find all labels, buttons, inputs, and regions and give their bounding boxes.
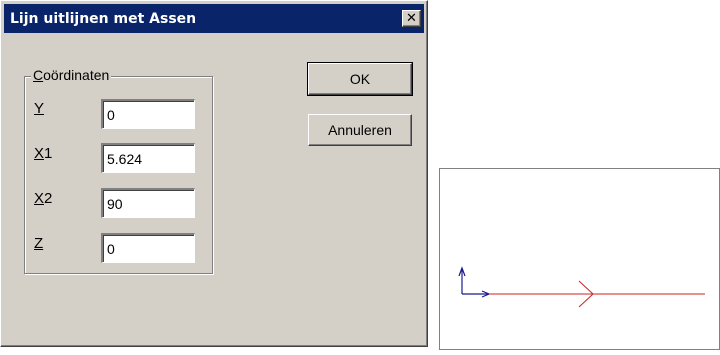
ok-button[interactable]: OK [307,62,413,96]
vertical-axis-arrow-icon [458,266,466,294]
close-button[interactable]: ✕ [402,10,421,27]
cancel-button-label: Annuleren [328,122,392,138]
close-icon: ✕ [406,11,417,26]
x2-input[interactable] [101,188,195,218]
dialog-title: Lijn uitlijnen met Assen [10,10,197,27]
z-input[interactable] [101,233,195,263]
y-input[interactable] [101,99,195,129]
align-line-dialog: Lijn uitlijnen met Assen ✕ Coördinaten Y… [0,0,428,347]
aligned-line-arrow [490,280,705,308]
preview-canvas [439,168,720,350]
cancel-button[interactable]: Annuleren [308,114,412,146]
coordinates-group-label: Coördinaten [31,67,112,83]
y-label: Y [34,100,45,117]
x1-label: X1 [34,145,53,162]
x2-label: X2 [34,190,53,207]
preview-drawing [458,266,705,308]
z-label: Z [34,235,44,252]
ok-button-label: OK [349,71,371,87]
x1-input[interactable] [101,143,195,173]
horizontal-axis-arrow-icon [462,290,491,298]
dialog-titlebar[interactable]: Lijn uitlijnen met Assen ✕ [4,4,424,33]
